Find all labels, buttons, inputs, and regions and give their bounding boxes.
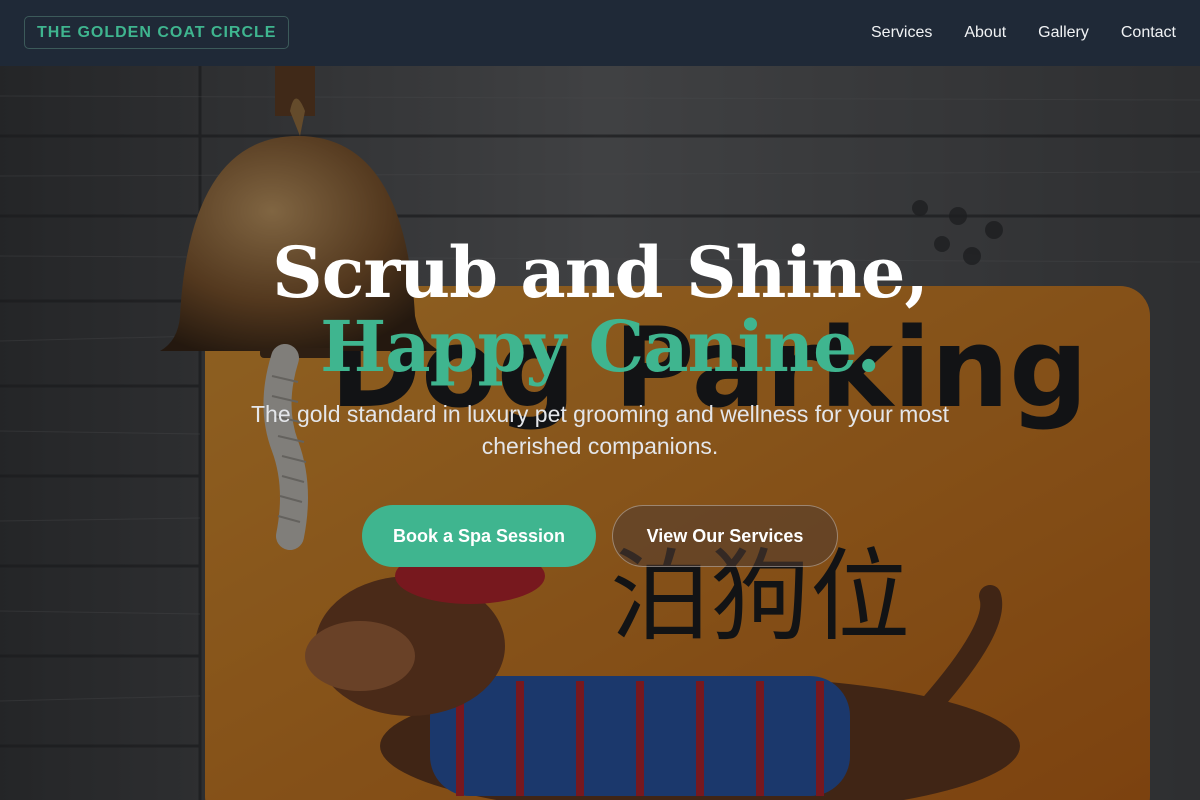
main-nav: Services About Gallery Contact [871, 0, 1176, 66]
hero-headline-line1: Scrub and Shine, [272, 231, 929, 314]
view-services-button[interactable]: View Our Services [612, 505, 838, 567]
hero-headline-line2: Happy Canine. [320, 305, 881, 388]
nav-link-gallery[interactable]: Gallery [1038, 24, 1089, 42]
nav-link-contact[interactable]: Contact [1121, 24, 1176, 42]
brand-logo[interactable]: THE GOLDEN COAT CIRCLE [24, 16, 290, 49]
nav-link-services[interactable]: Services [871, 24, 932, 42]
nav-link-about[interactable]: About [964, 24, 1006, 42]
book-spa-session-button[interactable]: Book a Spa Session [362, 505, 596, 567]
top-navigation-bar: THE GOLDEN COAT CIRCLE Services About Ga… [0, 0, 1200, 66]
hero-content: Scrub and Shine, Happy Canine. The gold … [0, 66, 1200, 800]
hero-subtitle: The gold standard in luxury pet grooming… [250, 401, 950, 459]
